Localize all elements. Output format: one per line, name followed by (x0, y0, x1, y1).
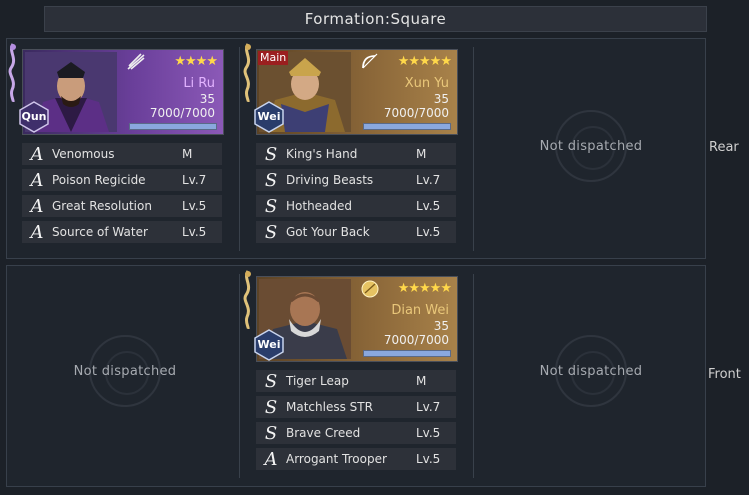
skill-row[interactable]: S Got Your Back Lv.5 (256, 221, 456, 243)
skill-level: Lv.5 (416, 225, 441, 239)
shield-icon (359, 279, 381, 299)
star-rating: ★★★★ (174, 54, 218, 69)
skill-row[interactable]: S Matchless STR Lv.7 (256, 396, 456, 418)
formation-title: Formation:Square (44, 6, 707, 32)
faction-label: Wei (257, 110, 281, 123)
skill-level: Lv.7 (416, 400, 441, 414)
skill-grade: S (264, 221, 278, 243)
skill-grade: A (30, 169, 44, 191)
front-right-empty-slot[interactable]: Not dispatched (475, 276, 707, 466)
troop-bar (363, 123, 451, 130)
skill-grade: S (264, 169, 278, 191)
star-rating: ★★★★★ (397, 281, 452, 296)
general-level: 35 (433, 92, 449, 106)
skill-name: Got Your Back (286, 225, 370, 239)
skill-row[interactable]: S Tiger Leap M (256, 370, 456, 392)
skill-grade: A (30, 143, 44, 165)
troop-bar-fill (130, 124, 216, 129)
skill-level: Lv.7 (416, 173, 441, 187)
faction-label: Qun (21, 110, 47, 123)
slot-divider (473, 274, 474, 478)
skill-level: M (416, 147, 427, 161)
general-card-xun-yu[interactable]: Main ★★★★★ Xun Yu 35 7000/7000 (256, 49, 458, 135)
troop-bar-fill (364, 351, 450, 356)
skill-name: Venomous (52, 147, 115, 161)
front-row-label: Front (708, 367, 741, 382)
slot-divider (473, 47, 474, 251)
skill-row[interactable]: S Brave Creed Lv.5 (256, 422, 456, 444)
troop-count: 7000/7000 (383, 333, 449, 347)
dragon-banner-icon (243, 270, 251, 329)
skill-level: Lv.5 (416, 426, 441, 440)
skill-row[interactable]: S Hotheaded Lv.5 (256, 195, 456, 217)
general-name: Li Ru (183, 76, 215, 91)
skill-row[interactable]: S Driving Beasts Lv.7 (256, 169, 456, 191)
skill-row[interactable]: A Venomous M (22, 143, 222, 165)
troop-bar (129, 123, 217, 130)
skill-grade: A (30, 195, 44, 217)
star-rating: ★★★★★ (397, 54, 452, 69)
skill-row[interactable]: A Great Resolution Lv.5 (22, 195, 222, 217)
faction-badge: Wei (253, 329, 285, 361)
skill-row[interactable]: A Arrogant Trooper Lv.5 (256, 448, 456, 470)
skill-name: Matchless STR (286, 400, 373, 414)
faction-label: Wei (257, 338, 281, 351)
rear-row-label: Rear (709, 140, 739, 155)
general-level: 35 (433, 319, 449, 333)
fan-icon (125, 52, 147, 72)
bow-icon (359, 52, 381, 72)
skill-level: Lv.5 (182, 225, 207, 239)
skill-grade: S (264, 422, 278, 444)
skill-name: Great Resolution (52, 199, 152, 213)
skill-level: M (416, 374, 427, 388)
skill-grade: S (264, 195, 278, 217)
skill-list: S King's Hand M S Driving Beasts Lv.7 S Hothe… (256, 143, 456, 247)
skill-name: Arrogant Trooper (286, 452, 387, 466)
skill-level: Lv.5 (416, 199, 441, 213)
skill-level: Lv.5 (182, 199, 207, 213)
not-dispatched-label: Not dispatched (73, 363, 177, 379)
skill-name: Tiger Leap (286, 374, 349, 388)
skill-name: Source of Water (52, 225, 148, 239)
general-name: Dian Wei (391, 303, 449, 318)
skill-grade: A (264, 448, 278, 470)
skill-level: Lv.5 (416, 452, 441, 466)
skill-name: Driving Beasts (286, 173, 374, 187)
not-dispatched-label: Not dispatched (539, 363, 643, 379)
general-name: Xun Yu (404, 76, 449, 91)
skill-grade: S (264, 370, 278, 392)
general-card-li-ru[interactable]: ★★★★ Li Ru 35 7000/7000 (22, 49, 224, 135)
troop-bar-fill (364, 124, 450, 129)
faction-badge: Qun (18, 101, 50, 133)
skill-list: A Venomous M A Poison Regicide Lv.7 A Great R… (22, 143, 222, 247)
skill-grade: S (264, 396, 278, 418)
main-general-tag: Main (258, 51, 289, 65)
troop-count: 7000/7000 (149, 106, 215, 120)
skill-name: King's Hand (286, 147, 358, 161)
skill-row[interactable]: S King's Hand M (256, 143, 456, 165)
skill-level: M (182, 147, 193, 161)
front-left-empty-slot[interactable]: Not dispatched (9, 276, 241, 466)
troop-count: 7000/7000 (383, 106, 449, 120)
dragon-banner-icon (243, 43, 251, 102)
skill-grade: S (264, 143, 278, 165)
faction-badge: Wei (253, 101, 285, 133)
skill-row[interactable]: A Source of Water Lv.5 (22, 221, 222, 243)
general-level: 35 (199, 92, 215, 106)
skill-name: Brave Creed (286, 426, 361, 440)
skill-row[interactable]: A Poison Regicide Lv.7 (22, 169, 222, 191)
troop-bar (363, 350, 451, 357)
skill-level: Lv.7 (182, 173, 207, 187)
general-card-dian-wei[interactable]: ★★★★★ Dian Wei 35 7000/7000 (256, 276, 458, 362)
skill-name: Poison Regicide (52, 173, 146, 187)
skill-list: S Tiger Leap M S Matchless STR Lv.7 S Brave C… (256, 370, 456, 474)
not-dispatched-label: Not dispatched (539, 138, 643, 154)
dragon-banner-icon (8, 43, 16, 102)
skill-name: Hotheaded (286, 199, 353, 213)
skill-grade: A (30, 221, 44, 243)
rear-right-empty-slot[interactable]: Not dispatched (475, 51, 707, 241)
